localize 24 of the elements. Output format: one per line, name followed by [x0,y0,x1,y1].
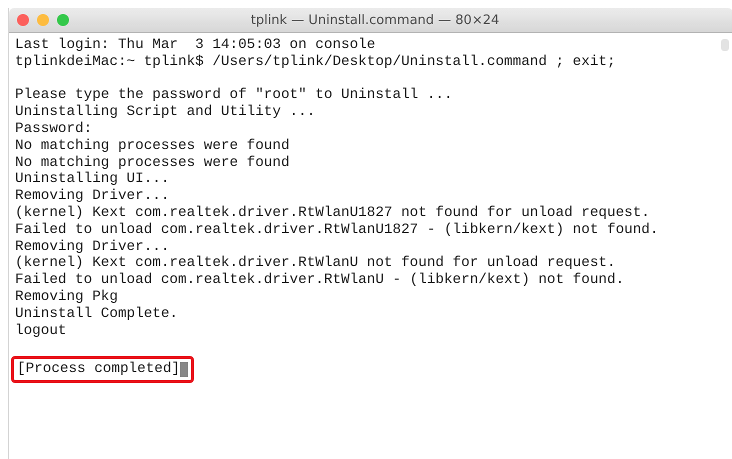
terminal-line: tplinkdeiMac:~ tplink$ /Users/tplink/Desktop/Uninstall.command ; exit; [15,54,617,71]
terminal-line: Failed to unload com.realtek.driver.RtWlanU - (libkern/kext) not found. [15,272,626,289]
terminal-line: (kernel) Kext com.realtek.driver.RtWlanU1827 not found for unload request. [15,204,651,222]
terminal-line: Uninstalling Script and Utility ... [15,104,316,121]
terminal-line: Password: [15,120,94,138]
terminal-line: No matching processes were found [15,138,291,155]
terminal-line: Removing Driver... [15,188,170,205]
terminal-line: (kernel) Kext com.realtek.driver.RtWlanU not found for unload request. [15,255,617,272]
close-button[interactable] [17,14,29,26]
terminal-line: Last login: Thu Mar 3 14:05:03 on console [15,37,376,54]
terminal-line: No matching processes were found [15,154,291,172]
terminal-line: Uninstall Complete. [15,306,180,323]
minimize-button[interactable] [37,14,49,26]
window-title: tplink — Uninstall.command — 80×24 [250,12,500,28]
cursor [180,362,188,378]
terminal-line: Failed to unload com.realtek.driver.RtWlanU1827 - (libkern/kext) not found. [15,222,660,239]
terminal-line: Uninstalling UI... [15,171,170,188]
terminal-line: Removing Driver... [15,238,170,256]
terminal-line: [Process completed] [17,361,180,378]
terminal-line: Please type the password of "root" to Uninstall ... [15,87,454,104]
terminal-line: logout [15,322,68,340]
terminal-line: Removing Pkg [15,288,119,306]
scrollbar[interactable] [721,39,729,51]
zoom-button[interactable] [57,14,69,26]
